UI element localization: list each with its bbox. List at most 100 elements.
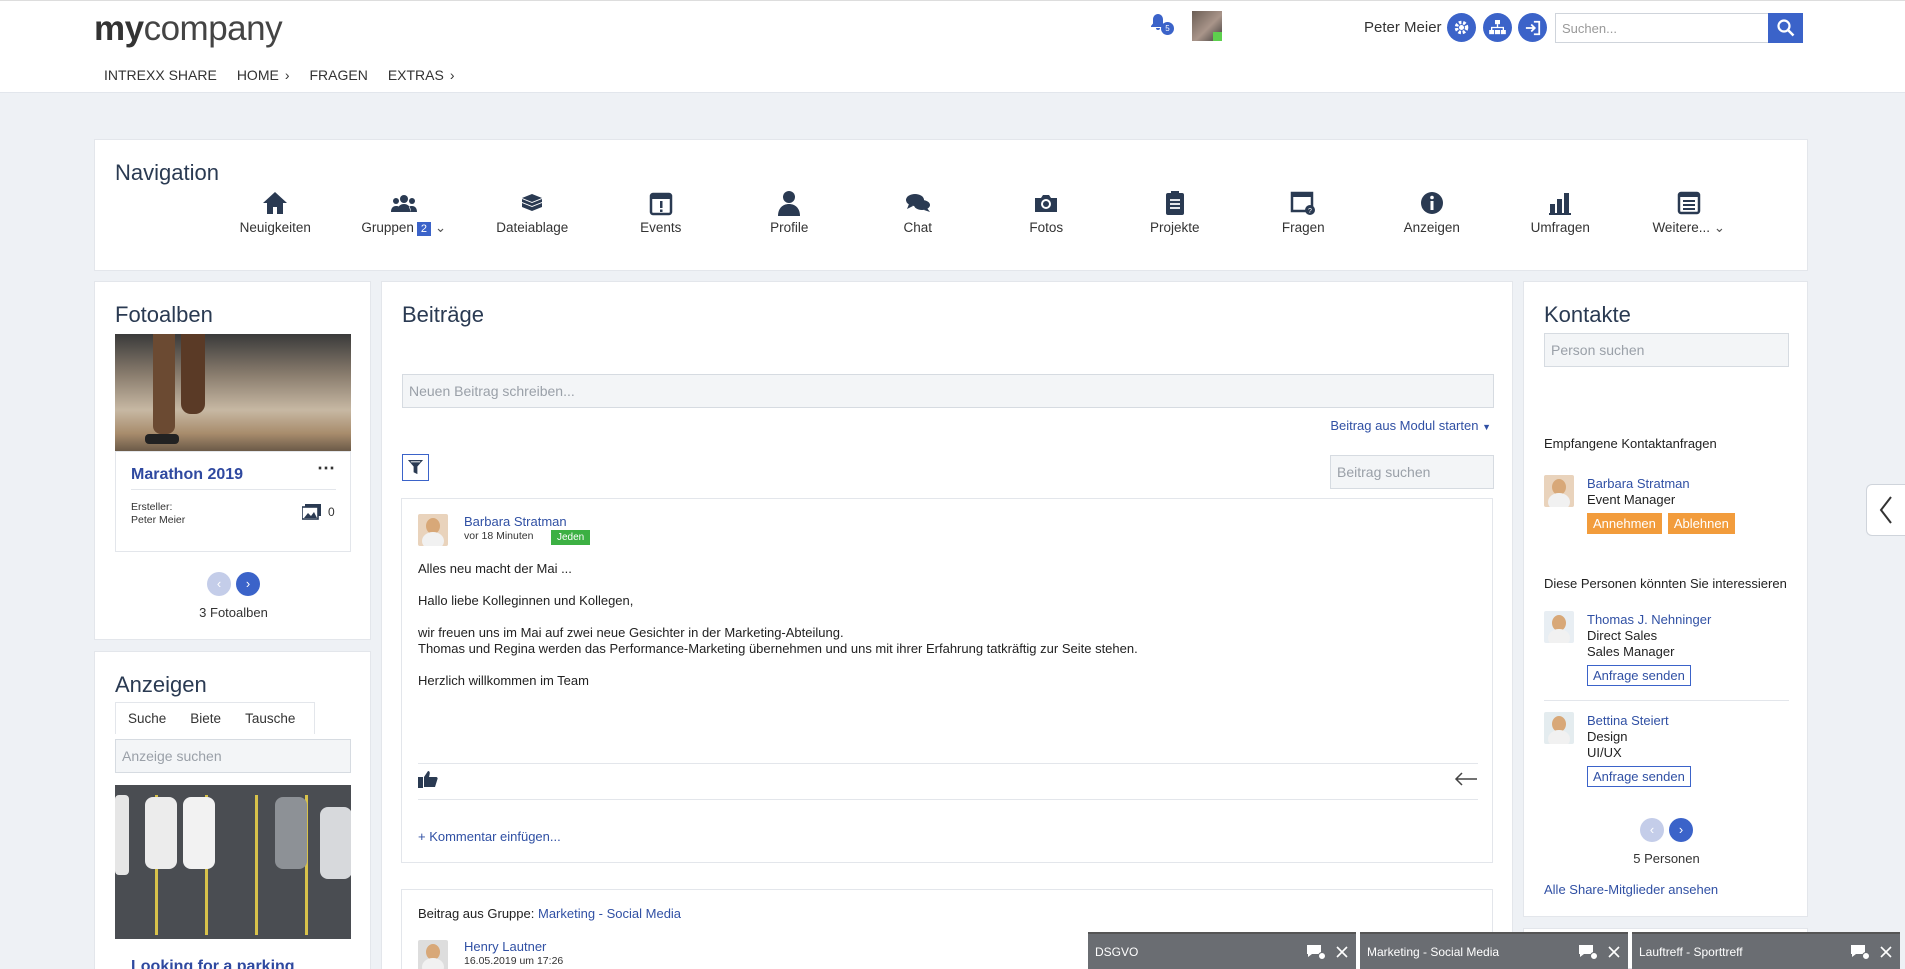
parking-image[interactable]	[115, 785, 351, 939]
contact-avatar[interactable]	[1544, 611, 1574, 643]
tab-biete[interactable]: Biete	[178, 703, 233, 734]
prev-contacts-button[interactable]: ‹	[1640, 818, 1664, 842]
contact-avatar[interactable]	[1544, 475, 1574, 507]
chat-window-lauftreff[interactable]: Lauftreff - Sporttreff	[1632, 932, 1900, 969]
start-from-module-link[interactable]: Beitrag aus Modul starten ▼	[1330, 418, 1491, 433]
user-avatar[interactable]	[1192, 11, 1222, 41]
next-album-button[interactable]: ›	[236, 572, 260, 596]
fotoalben-title: Fotoalben	[115, 302, 213, 327]
top-nav-intrexx-share[interactable]: INTREXX SHARE	[104, 67, 217, 83]
chat-window-title: DSGVO	[1095, 945, 1139, 959]
contact-name-link[interactable]: Thomas J. Nehninger	[1587, 612, 1711, 627]
post-time: vor 18 Minuten	[464, 530, 534, 542]
top-nav: INTREXX SHARE HOME › FRAGEN EXTRAS ›	[104, 67, 455, 83]
close-icon[interactable]	[1608, 946, 1620, 958]
post-search-input[interactable]: Beitrag suchen	[1330, 455, 1494, 489]
author-avatar[interactable]	[418, 514, 448, 546]
nav-item-fragen[interactable]: ? Fragen	[1239, 190, 1368, 236]
nav-item-umfragen[interactable]: Umfragen	[1496, 190, 1625, 236]
nav-item-fotos[interactable]: Fotos	[982, 190, 1111, 236]
company-logo[interactable]: mycompany	[94, 9, 283, 49]
nav-item-profile[interactable]: Profile	[725, 190, 854, 236]
post-author-link[interactable]: Barbara Stratman	[464, 514, 567, 529]
sitemap-icon	[1489, 20, 1506, 35]
send-request-button[interactable]: Anfrage senden	[1587, 665, 1691, 686]
nav-item-chat[interactable]: Chat	[854, 190, 983, 236]
nav-item-anzeigen[interactable]: Anzeigen	[1368, 190, 1497, 236]
reply-arrow-icon[interactable]	[1454, 771, 1478, 787]
nav-item-weitere[interactable]: Weitere... ⌄	[1625, 190, 1754, 236]
add-comment-link[interactable]: + Kommentar einfügen...	[418, 829, 561, 844]
header-search-input[interactable]: Suchen...	[1555, 13, 1769, 43]
search-icon	[1776, 19, 1794, 37]
nav-item-dateiablage[interactable]: Dateiablage	[468, 190, 597, 236]
requests-heading: Empfangene Kontaktanfragen	[1544, 436, 1717, 451]
fotoalben-card: Fotoalben Marathon 2019 ⋯ Ersteller: Pet…	[94, 281, 371, 640]
caret-down-icon: ▼	[1482, 422, 1491, 432]
logout-button[interactable]	[1518, 13, 1547, 42]
beitraege-title: Beiträge	[402, 302, 484, 327]
navigation-items: Neuigkeiten Gruppen 2 ⌄ Dateiablage Event…	[211, 190, 1831, 236]
chevron-right-icon: ›	[284, 67, 290, 83]
settings-button[interactable]	[1447, 13, 1476, 42]
visibility-badge: Jeden	[551, 530, 591, 545]
accept-button[interactable]: Annehmen	[1587, 513, 1662, 534]
chat-window-marketing[interactable]: Marketing - Social Media	[1360, 932, 1628, 969]
chat-window-title: Lauftreff - Sporttreff	[1639, 945, 1743, 959]
person-search-input[interactable]: Person suchen	[1544, 333, 1789, 367]
contact-department: Direct Sales	[1587, 628, 1658, 643]
sidebar-toggle-button[interactable]	[1866, 484, 1905, 536]
contact-department: Design	[1587, 729, 1628, 744]
tab-tausche[interactable]: Tausche	[233, 703, 307, 734]
question-window-icon: ?	[1291, 191, 1316, 215]
anzeige-title-link[interactable]: Looking for a parking	[131, 958, 295, 969]
all-members-link[interactable]: Alle Share-Mitglieder ansehen	[1544, 882, 1718, 897]
post-group-link[interactable]: Marketing - Social Media	[538, 906, 681, 921]
chat-icon[interactable]	[1850, 944, 1870, 960]
creator-label: Ersteller:	[131, 501, 173, 513]
decline-button[interactable]: Ablehnen	[1667, 513, 1735, 534]
user-name[interactable]: Peter Meier	[1364, 19, 1442, 36]
author-avatar[interactable]	[418, 940, 448, 969]
chat-window-dsgvo[interactable]: DSGVO	[1088, 932, 1356, 969]
top-nav-extras[interactable]: EXTRAS ›	[388, 67, 455, 83]
images-icon	[302, 504, 321, 520]
nav-item-events[interactable]: Events	[597, 190, 726, 236]
notifications-button[interactable]: 5	[1149, 13, 1177, 39]
more-icon[interactable]: ⋯	[317, 458, 335, 479]
album-cover-image[interactable]	[115, 334, 351, 451]
anzeige-search-input[interactable]: Anzeige suchen	[115, 739, 351, 773]
info-icon	[1420, 192, 1443, 214]
top-nav-fragen[interactable]: FRAGEN	[309, 67, 367, 83]
new-post-input[interactable]: Neuen Beitrag schreiben...	[402, 374, 1494, 408]
tab-suche[interactable]: Suche	[116, 703, 178, 734]
top-nav-home[interactable]: HOME ›	[237, 67, 290, 83]
nav-item-projekte[interactable]: Projekte	[1111, 190, 1240, 236]
next-contacts-button[interactable]: ›	[1669, 818, 1693, 842]
chevron-down-icon: ⌄	[434, 220, 447, 235]
sitemap-button[interactable]	[1483, 13, 1512, 42]
header-search-button[interactable]	[1768, 13, 1803, 43]
prev-album-button[interactable]: ‹	[207, 572, 231, 596]
send-request-button[interactable]: Anfrage senden	[1587, 766, 1691, 787]
contact-avatar[interactable]	[1544, 712, 1574, 744]
notification-badge: 5	[1161, 22, 1174, 35]
nav-item-neuigkeiten[interactable]: Neuigkeiten	[211, 190, 340, 236]
post-time: 16.05.2019 um 17:26	[464, 955, 564, 967]
contact-name-link[interactable]: Bettina Steiert	[1587, 713, 1669, 728]
anzeigen-tabs: Suche Biete Tausche	[115, 702, 315, 734]
photo-count: 0	[328, 505, 335, 519]
close-icon[interactable]	[1880, 946, 1892, 958]
like-icon[interactable]	[418, 770, 438, 788]
album-title-link[interactable]: Marathon 2019	[131, 466, 243, 484]
kontakte-card: Kontakte Person suchen Empfangene Kontak…	[1523, 281, 1808, 917]
nav-item-gruppen[interactable]: Gruppen 2 ⌄	[340, 190, 469, 236]
contact-name-link[interactable]: Barbara Stratman	[1587, 476, 1690, 491]
bar-chart-icon	[1549, 193, 1572, 215]
close-icon[interactable]	[1336, 946, 1348, 958]
filter-button[interactable]	[402, 454, 429, 481]
creator-name: Peter Meier	[131, 514, 186, 526]
chat-icon[interactable]	[1578, 944, 1598, 960]
chat-icon[interactable]	[1306, 944, 1326, 960]
post-author-link[interactable]: Henry Lautner	[464, 939, 546, 954]
